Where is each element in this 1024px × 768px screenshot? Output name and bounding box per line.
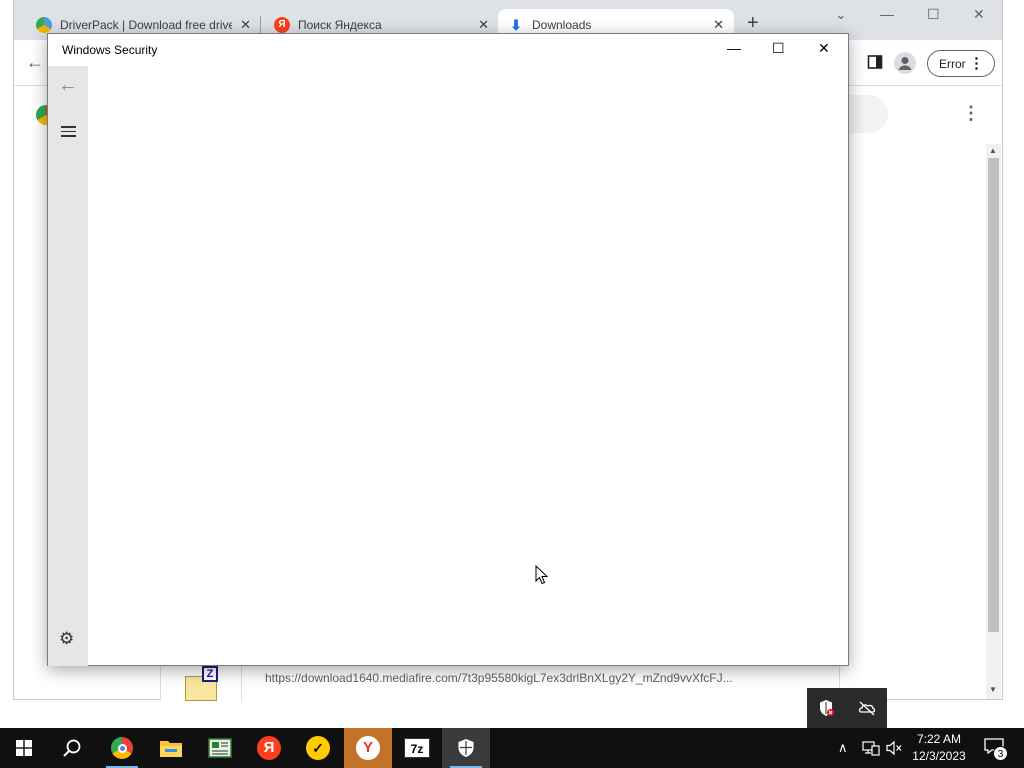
tab-close-icon[interactable]: ✕ <box>478 17 489 33</box>
7zip-icon: 7z <box>404 738 430 758</box>
back-arrow-icon[interactable]: ← <box>26 52 44 73</box>
scrollbar-thumb[interactable] <box>988 158 999 632</box>
tab-search-icon[interactable]: ⌄ <box>835 6 847 23</box>
page-menu-icon[interactable]: ⋮ <box>962 103 980 124</box>
profile-avatar-icon[interactable] <box>894 52 916 74</box>
back-arrow-icon[interactable]: ← <box>58 74 78 97</box>
system-clock[interactable]: 7:22 AM 12/3/2023 <box>908 731 970 765</box>
close-icon[interactable]: ✕ <box>973 6 985 23</box>
taskbar-app-yandex[interactable]: Я <box>245 728 293 768</box>
maximize-icon[interactable]: ☐ <box>772 40 785 57</box>
volume-muted-icon <box>886 740 902 756</box>
profile-error-label: Error <box>939 56 966 71</box>
network-icon <box>862 741 880 756</box>
search-icon <box>63 739 81 757</box>
tab-title: DriverPack | Download free drive <box>60 17 232 32</box>
chevron-up-icon: ∧ <box>838 740 848 755</box>
network-status-button[interactable] <box>862 728 880 768</box>
taskbar: Я ✓ Y 7z ∧ 7:22 AM 12/3/2023 3 <box>0 728 1024 768</box>
close-icon[interactable]: ✕ <box>818 40 830 57</box>
mouse-cursor-icon <box>535 565 549 585</box>
yandex-icon: Я <box>257 736 281 760</box>
scroll-down-icon[interactable]: ▼ <box>989 685 997 694</box>
clock-date: 12/3/2023 <box>912 749 966 763</box>
tab-close-icon[interactable]: ✕ <box>713 17 724 33</box>
onedrive-offline-icon[interactable] <box>857 698 877 718</box>
downloads-search-box[interactable] <box>844 95 888 133</box>
download-item[interactable]: Z https://download1640.mediafire.com/7t3… <box>160 665 840 701</box>
notification-count-badge: 3 <box>993 746 1008 761</box>
start-button[interactable] <box>0 728 48 768</box>
taskbar-app-editor[interactable] <box>196 728 244 768</box>
page-scrollbar[interactable]: ▲ ▼ <box>986 144 1001 699</box>
action-center-button[interactable]: 3 <box>984 738 1008 761</box>
driverpack-favicon-icon <box>36 16 52 33</box>
side-panel-icon[interactable] <box>867 54 883 70</box>
document-app-icon <box>208 738 232 758</box>
security-alert-icon[interactable] <box>816 698 836 718</box>
yandex-browser-icon: Y <box>356 736 380 760</box>
shield-icon <box>458 739 474 757</box>
zip-badge-icon: Z <box>202 666 218 682</box>
window-title: Windows Security <box>62 43 158 57</box>
more-vert-icon: ⋮ <box>969 55 984 72</box>
download-favicon-icon: ⬇ <box>510 16 522 33</box>
clock-time: 7:22 AM <box>916 732 962 746</box>
windows-logo-icon <box>16 740 32 756</box>
download-url-link[interactable]: https://download1640.mediafire.com/7t3p9… <box>265 671 733 685</box>
windows-security-window: Windows Security — ☐ ✕ ← ⚙ <box>47 33 849 666</box>
divider <box>241 666 242 701</box>
tab-title: Downloads <box>532 17 592 32</box>
taskbar-app-yandex-market[interactable]: ✓ <box>294 728 342 768</box>
navigation-sidebar: ← ⚙ <box>48 66 88 666</box>
yandex-favicon-icon: Я <box>274 16 290 33</box>
minimize-icon[interactable]: — <box>880 6 894 22</box>
new-tab-button[interactable]: + <box>747 12 759 35</box>
yandex-market-icon: ✓ <box>306 736 330 760</box>
tray-overflow-flyout <box>807 688 887 728</box>
scroll-up-icon[interactable]: ▲ <box>989 146 997 155</box>
taskbar-app-yandex-browser[interactable]: Y <box>344 728 392 768</box>
taskbar-app-chrome[interactable] <box>98 728 146 768</box>
tab-close-icon[interactable]: ✕ <box>240 17 251 33</box>
gear-icon[interactable]: ⚙ <box>59 629 74 649</box>
taskbar-app-file-explorer[interactable] <box>147 728 195 768</box>
hamburger-menu-icon[interactable] <box>61 126 76 140</box>
show-hidden-icons-button[interactable]: ∧ <box>838 728 848 768</box>
folder-icon <box>160 741 182 757</box>
taskbar-app-windows-security[interactable] <box>442 728 490 768</box>
taskbar-app-7zip[interactable]: 7z <box>393 728 441 768</box>
tab-title: Поиск Яндекса <box>298 17 382 32</box>
tab-separator <box>260 16 261 34</box>
maximize-icon[interactable]: ☐ <box>927 6 940 23</box>
volume-button[interactable] <box>885 728 903 768</box>
minimize-icon[interactable]: — <box>727 40 741 56</box>
search-button[interactable] <box>48 728 96 768</box>
chrome-icon <box>111 737 133 759</box>
profile-error-button[interactable]: Error ⋮ <box>927 50 995 77</box>
